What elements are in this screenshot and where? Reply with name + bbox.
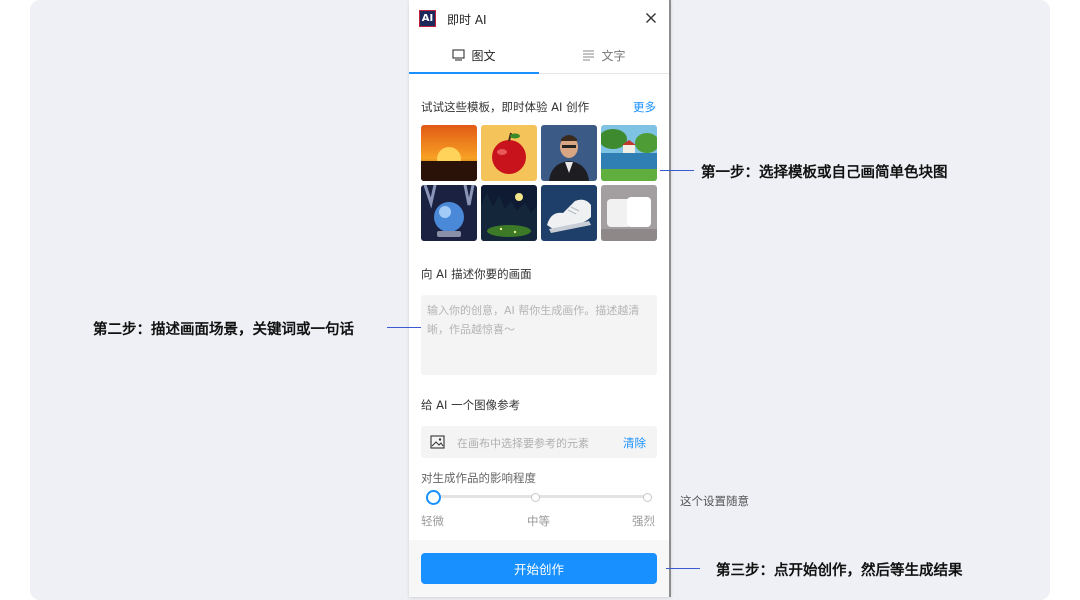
template-lake[interactable] — [601, 125, 657, 181]
slider-label-strong: 强烈 — [632, 514, 655, 528]
prompt-input[interactable] — [421, 295, 657, 375]
shoe-thumbnail — [541, 185, 597, 241]
start-create-button[interactable]: 开始创作 — [421, 553, 657, 584]
template-apple[interactable] — [481, 125, 537, 181]
slider-step-medium[interactable] — [531, 493, 540, 502]
tab-label: 图文 — [471, 48, 496, 63]
tab-image-text[interactable]: 图文 — [409, 37, 539, 74]
template-sneaker[interactable] — [541, 185, 597, 241]
prompt-heading: 向 AI 描述你要的画面 — [421, 267, 532, 281]
slider-step-strong[interactable] — [643, 493, 652, 502]
setting-note: 这个设置随意 — [680, 494, 749, 508]
instant-ai-panel: AI 即时 AI 图文 文字 试试这些模板，即时体验 AI 创作 更多 向 AI… — [409, 0, 671, 597]
panel-content: 试试这些模板，即时体验 AI 创作 更多 向 AI 描述你要的画面 输入你的创意… — [409, 74, 669, 540]
influence-slider-track[interactable] — [433, 495, 649, 498]
night-thumbnail — [481, 185, 537, 241]
close-icon — [646, 13, 656, 23]
template-pillows[interactable] — [601, 185, 657, 241]
influence-slider-handle[interactable] — [426, 490, 441, 505]
template-sunset[interactable] — [421, 125, 477, 181]
influence-heading: 对生成作品的影响程度 — [421, 471, 536, 485]
step3-annotation: 第三步：点开始创作，然后等生成结果 — [716, 563, 963, 579]
step1-annotation: 第一步：选择模板或自己画简单色块图 — [701, 165, 948, 181]
monitor-icon — [452, 49, 466, 61]
sunset-thumbnail — [421, 125, 477, 181]
slider-label-medium: 中等 — [527, 514, 550, 528]
panel-titlebar: AI 即时 AI — [409, 0, 669, 38]
clear-reference-button[interactable]: 清除 — [623, 435, 646, 451]
tab-text[interactable]: 文字 — [539, 37, 669, 73]
app-logo-icon: AI — [419, 10, 436, 27]
apple-thumbnail — [481, 125, 537, 181]
step3-leader-line — [666, 568, 700, 569]
more-templates-link[interactable]: 更多 — [633, 99, 656, 115]
template-night[interactable] — [481, 185, 537, 241]
panel-footer: 开始创作 — [409, 540, 669, 597]
mode-tabs: 图文 文字 — [409, 37, 669, 74]
slider-label-light: 轻微 — [421, 514, 444, 528]
pillow-thumbnail — [601, 185, 657, 241]
lake-thumbnail — [601, 125, 657, 181]
step2-leader-line — [387, 327, 421, 328]
portrait-thumbnail — [541, 125, 597, 181]
close-button[interactable] — [643, 10, 659, 26]
image-icon — [430, 435, 445, 449]
reference-heading: 给 AI 一个图像参考 — [421, 398, 521, 412]
template-portrait[interactable] — [541, 125, 597, 181]
lines-icon — [583, 50, 595, 61]
reference-placeholder: 在画布中选择要参考的元素 — [457, 437, 589, 450]
reference-selector[interactable]: 在画布中选择要参考的元素 清除 — [421, 426, 657, 458]
step1-leader-line — [660, 170, 694, 171]
tab-label: 文字 — [601, 48, 626, 63]
app-title: 即时 AI — [447, 13, 487, 27]
templates-heading: 试试这些模板，即时体验 AI 创作 — [421, 100, 590, 114]
step2-annotation: 第二步：描述画面场景，关键词或一句话 — [93, 322, 354, 338]
crystal-ball-thumbnail — [421, 185, 477, 241]
template-crystal-ball[interactable] — [421, 185, 477, 241]
